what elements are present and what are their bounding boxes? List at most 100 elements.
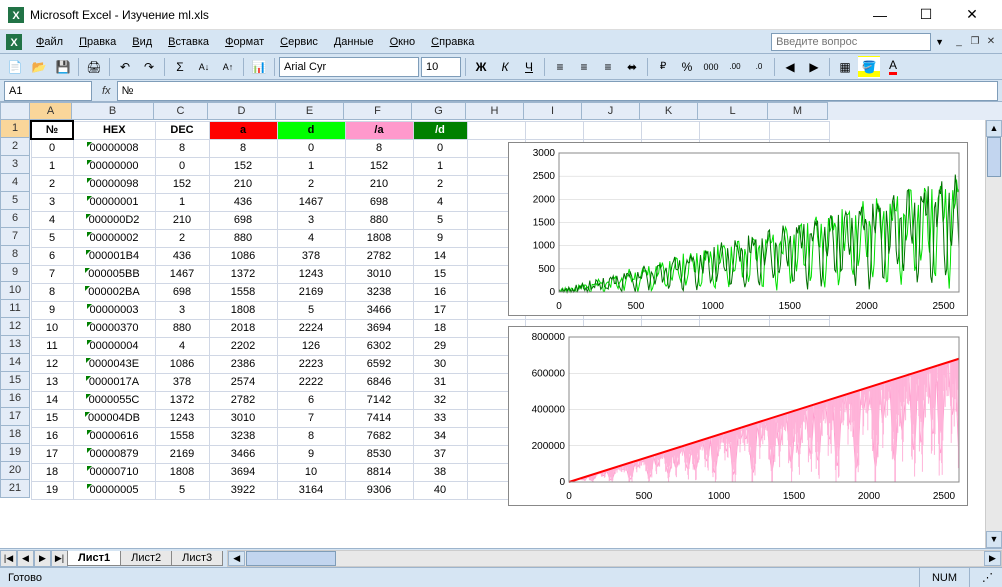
cell-E5[interactable]: 1467: [277, 193, 345, 211]
cell-C5[interactable]: 1: [155, 193, 209, 211]
cell-A2[interactable]: 0: [31, 139, 73, 157]
cell-B6[interactable]: 000000D2: [73, 211, 155, 229]
cell-A17[interactable]: 15: [31, 409, 73, 427]
cell-B19[interactable]: 00000879: [73, 445, 155, 463]
cell-E8[interactable]: 378: [277, 247, 345, 265]
cell-B9[interactable]: 000005BB: [73, 265, 155, 283]
increase-decimal-button[interactable]: .00: [724, 56, 746, 78]
row-header-19[interactable]: 19: [0, 444, 30, 462]
cell-F14[interactable]: 6592: [345, 355, 413, 373]
cell-E9[interactable]: 1243: [277, 265, 345, 283]
tab-nav-first[interactable]: |◀: [0, 550, 17, 567]
cell-F7[interactable]: 1808: [345, 229, 413, 247]
cell-C3[interactable]: 0: [155, 157, 209, 175]
hscroll-thumb[interactable]: [246, 551, 336, 566]
row-header-14[interactable]: 14: [0, 354, 30, 372]
cell-G8[interactable]: 14: [413, 247, 467, 265]
col-header-D[interactable]: D: [208, 102, 276, 120]
cell-M1[interactable]: [769, 121, 829, 139]
cell-B15[interactable]: 0000017A: [73, 373, 155, 391]
cell-F20[interactable]: 8814: [345, 463, 413, 481]
col-header-H[interactable]: H: [466, 102, 524, 120]
row-header-13[interactable]: 13: [0, 336, 30, 354]
cell-C15[interactable]: 378: [155, 373, 209, 391]
font-color-button[interactable]: A: [882, 56, 904, 78]
cell-C9[interactable]: 1467: [155, 265, 209, 283]
help-question-input[interactable]: [771, 33, 931, 51]
cell-G13[interactable]: 29: [413, 337, 467, 355]
cell-C1[interactable]: DEC: [155, 121, 209, 139]
cell-D12[interactable]: 2018: [209, 319, 277, 337]
sort-desc-button[interactable]: A↑: [217, 56, 239, 78]
cell-F2[interactable]: 8: [345, 139, 413, 157]
cell-F13[interactable]: 6302: [345, 337, 413, 355]
cell-E10[interactable]: 2169: [277, 283, 345, 301]
col-header-G[interactable]: G: [412, 102, 466, 120]
borders-button[interactable]: ▦: [834, 56, 856, 78]
autosum-button[interactable]: Σ: [169, 56, 191, 78]
cell-C14[interactable]: 1086: [155, 355, 209, 373]
cell-E2[interactable]: 0: [277, 139, 345, 157]
cell-C6[interactable]: 210: [155, 211, 209, 229]
cell-D16[interactable]: 2782: [209, 391, 277, 409]
percent-button[interactable]: %: [676, 56, 698, 78]
bold-button[interactable]: Ж: [470, 56, 492, 78]
cell-F6[interactable]: 880: [345, 211, 413, 229]
cell-D13[interactable]: 2202: [209, 337, 277, 355]
row-header-5[interactable]: 5: [0, 192, 30, 210]
row-header-1[interactable]: 1: [0, 120, 30, 138]
cell-A11[interactable]: 9: [31, 301, 73, 319]
cell-E11[interactable]: 5: [277, 301, 345, 319]
cell-G19[interactable]: 37: [413, 445, 467, 463]
cell-F1[interactable]: /a: [345, 121, 413, 139]
cell-E15[interactable]: 2222: [277, 373, 345, 391]
cell-A5[interactable]: 3: [31, 193, 73, 211]
mdi-minimize-button[interactable]: _: [952, 35, 966, 49]
select-all-corner[interactable]: [0, 102, 30, 120]
cell-F10[interactable]: 3238: [345, 283, 413, 301]
print-button[interactable]: 🖨: [83, 56, 105, 78]
cell-C2[interactable]: 8: [155, 139, 209, 157]
cell-B14[interactable]: 0000043E: [73, 355, 155, 373]
cell-G11[interactable]: 17: [413, 301, 467, 319]
col-header-C[interactable]: C: [154, 102, 208, 120]
cell-D6[interactable]: 698: [209, 211, 277, 229]
cell-C8[interactable]: 436: [155, 247, 209, 265]
cell-A3[interactable]: 1: [31, 157, 73, 175]
menu-справка[interactable]: Справка: [423, 34, 482, 50]
cell-D8[interactable]: 1086: [209, 247, 277, 265]
cell-G2[interactable]: 0: [413, 139, 467, 157]
cell-A8[interactable]: 6: [31, 247, 73, 265]
col-header-K[interactable]: K: [640, 102, 698, 120]
cell-D20[interactable]: 3694: [209, 463, 277, 481]
row-header-21[interactable]: 21: [0, 480, 30, 498]
menu-вставка[interactable]: Вставка: [160, 34, 217, 50]
cell-B17[interactable]: 000004DB: [73, 409, 155, 427]
cell-F5[interactable]: 698: [345, 193, 413, 211]
cell-E17[interactable]: 7: [277, 409, 345, 427]
underline-button[interactable]: Ч: [518, 56, 540, 78]
cell-E20[interactable]: 10: [277, 463, 345, 481]
cell-E21[interactable]: 3164: [277, 481, 345, 499]
cell-F11[interactable]: 3466: [345, 301, 413, 319]
redo-button[interactable]: ↷: [138, 56, 160, 78]
cell-D15[interactable]: 2574: [209, 373, 277, 391]
cell-G18[interactable]: 34: [413, 427, 467, 445]
cell-C10[interactable]: 698: [155, 283, 209, 301]
scroll-up-button[interactable]: ▲: [986, 120, 1002, 137]
row-header-6[interactable]: 6: [0, 210, 30, 228]
cell-B8[interactable]: 000001B4: [73, 247, 155, 265]
cell-D4[interactable]: 210: [209, 175, 277, 193]
cell-A6[interactable]: 4: [31, 211, 73, 229]
cell-D3[interactable]: 152: [209, 157, 277, 175]
cell-G12[interactable]: 18: [413, 319, 467, 337]
minimize-button[interactable]: —: [858, 1, 902, 29]
cell-E19[interactable]: 9: [277, 445, 345, 463]
row-header-20[interactable]: 20: [0, 462, 30, 480]
cell-B21[interactable]: 00000005: [73, 481, 155, 499]
col-header-B[interactable]: B: [72, 102, 154, 120]
cell-A10[interactable]: 8: [31, 283, 73, 301]
cell-E14[interactable]: 2223: [277, 355, 345, 373]
cell-G7[interactable]: 9: [413, 229, 467, 247]
merge-button[interactable]: ⬌: [621, 56, 643, 78]
